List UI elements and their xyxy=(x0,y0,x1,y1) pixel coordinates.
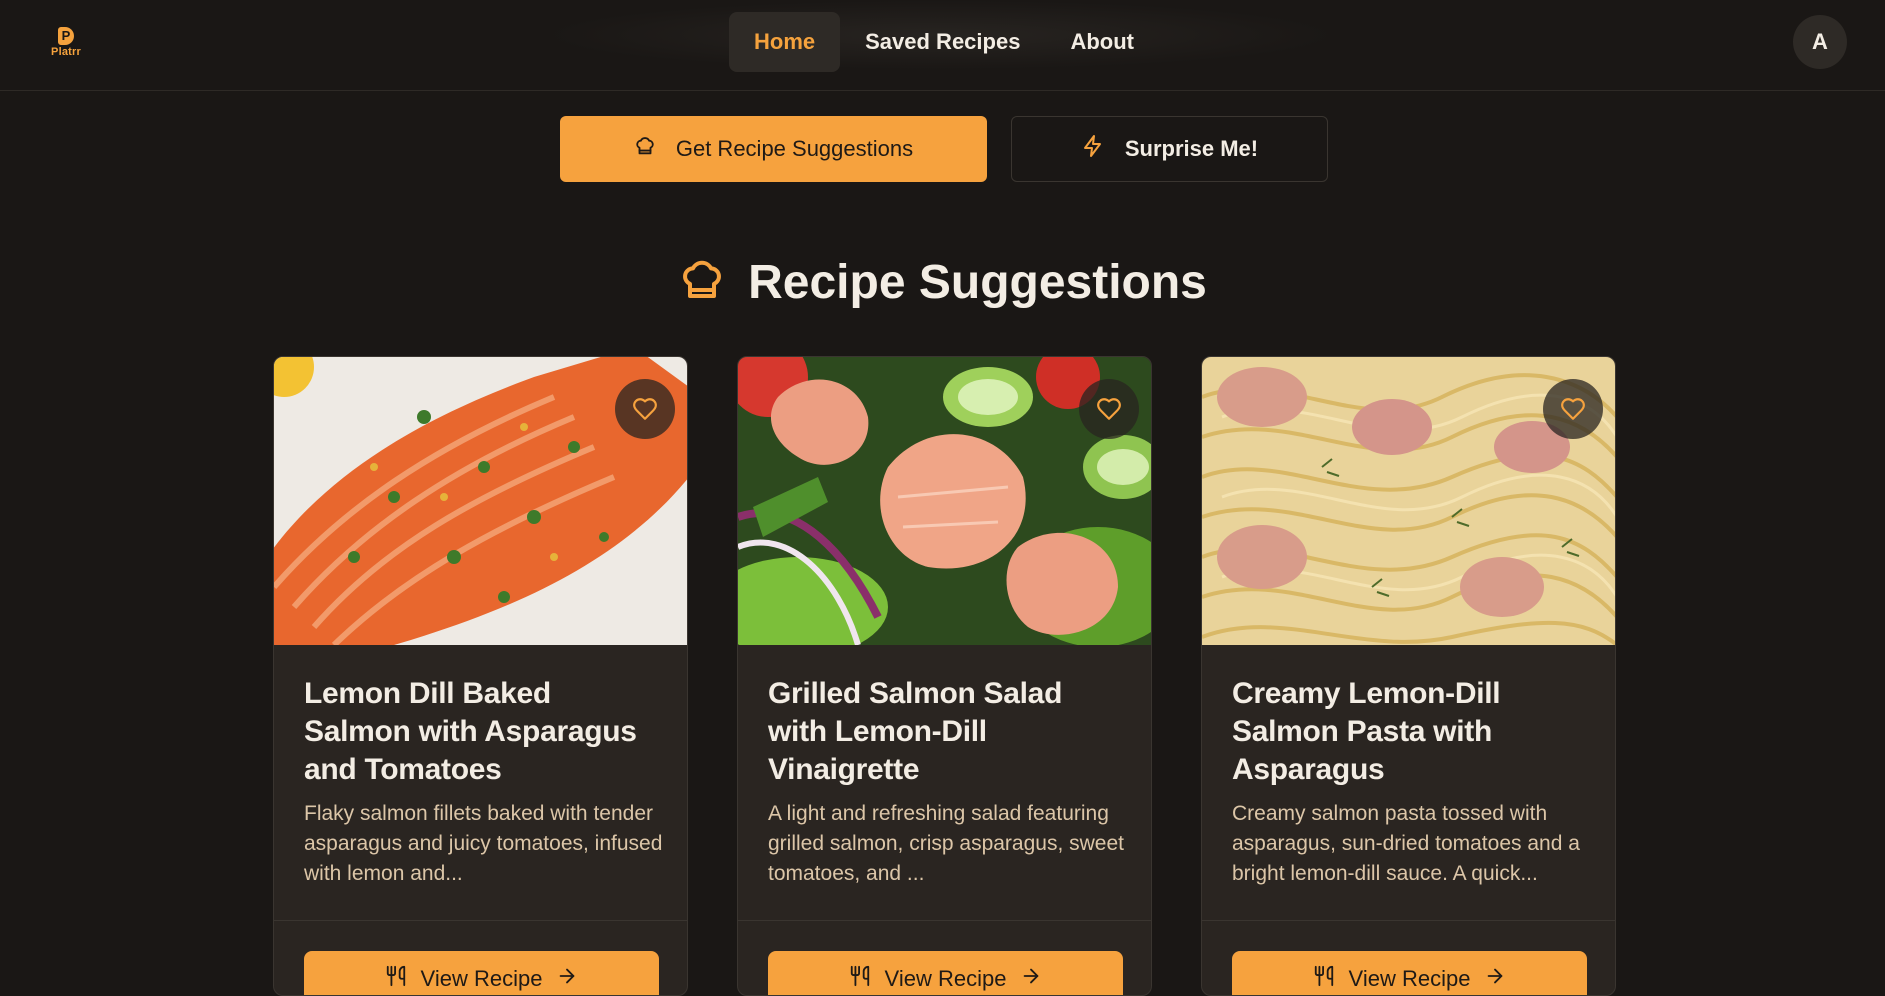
utensils-icon xyxy=(385,965,407,993)
top-navigation-bar: P Platrr Home Saved Recipes About A xyxy=(0,0,1885,91)
surprise-me-label: Surprise Me! xyxy=(1124,136,1259,161)
recipe-title[interactable]: Grilled Salmon Salad with Lemon-Dill Vin… xyxy=(768,675,1128,789)
main-nav: Home Saved Recipes About xyxy=(729,12,1159,72)
heart-icon xyxy=(1561,398,1585,420)
recipe-image-baked-salmon[interactable] xyxy=(274,357,687,645)
nav-item-about[interactable]: About xyxy=(1045,12,1159,72)
section-header: Recipe Suggestions xyxy=(0,250,1885,314)
recipe-description: Flaky salmon fillets baked with tender a… xyxy=(304,802,663,885)
app-logo[interactable]: P Platrr xyxy=(46,22,86,62)
view-recipe-label: View Recipe xyxy=(1348,966,1471,991)
get-recipe-suggestions-label: Get Recipe Suggestions xyxy=(675,136,914,161)
recipe-image-salmon-pasta[interactable] xyxy=(1202,357,1615,645)
view-recipe-label: View Recipe xyxy=(420,966,543,991)
heart-icon xyxy=(1097,398,1121,420)
view-recipe-button[interactable]: View Recipe xyxy=(304,951,659,995)
nav-item-saved-recipes[interactable]: Saved Recipes xyxy=(840,12,1045,72)
recipe-card[interactable]: Grilled Salmon Salad with Lemon-Dill Vin… xyxy=(737,356,1152,996)
logo-text: Platrr xyxy=(51,45,81,58)
section-title: Recipe Suggestions xyxy=(748,255,1207,309)
recipe-description: Creamy salmon pasta tossed with asparagu… xyxy=(1232,802,1580,885)
arrow-right-icon xyxy=(1020,965,1042,993)
recipe-image-salmon-salad[interactable] xyxy=(738,357,1151,645)
logo-mark: P xyxy=(58,26,74,45)
get-recipe-suggestions-button[interactable]: Get Recipe Suggestions xyxy=(560,116,987,182)
favorite-button[interactable] xyxy=(1079,379,1139,439)
lightning-icon xyxy=(1081,134,1105,164)
view-recipe-label: View Recipe xyxy=(884,966,1007,991)
card-divider xyxy=(738,920,1151,921)
user-avatar[interactable]: A xyxy=(1793,15,1847,69)
surprise-me-button[interactable]: Surprise Me! xyxy=(1011,116,1328,182)
utensils-icon xyxy=(849,965,871,993)
recipe-title[interactable]: Lemon Dill Baked Salmon with Asparagus a… xyxy=(304,675,664,789)
chef-hat-icon xyxy=(678,256,726,309)
recipe-title[interactable]: Creamy Lemon-Dill Salmon Pasta with Aspa… xyxy=(1232,675,1592,789)
arrow-right-icon xyxy=(1484,965,1506,993)
arrow-right-icon xyxy=(556,965,578,993)
recipe-card-body: Grilled Salmon Salad with Lemon-Dill Vin… xyxy=(768,675,1128,889)
recipe-card[interactable]: Lemon Dill Baked Salmon with Asparagus a… xyxy=(273,356,688,996)
view-recipe-button[interactable]: View Recipe xyxy=(768,951,1123,995)
favorite-button[interactable] xyxy=(615,379,675,439)
card-divider xyxy=(274,920,687,921)
chef-hat-icon xyxy=(634,135,656,163)
utensils-icon xyxy=(1313,965,1335,993)
nav-item-home[interactable]: Home xyxy=(729,12,841,72)
favorite-button[interactable] xyxy=(1543,379,1603,439)
heart-icon xyxy=(633,398,657,420)
view-recipe-button[interactable]: View Recipe xyxy=(1232,951,1587,995)
recipe-card[interactable]: Creamy Lemon-Dill Salmon Pasta with Aspa… xyxy=(1201,356,1616,996)
card-divider xyxy=(1202,920,1615,921)
recipe-card-body: Lemon Dill Baked Salmon with Asparagus a… xyxy=(304,675,664,889)
recipe-description: A light and refreshing salad featuring g… xyxy=(768,802,1124,885)
recipe-card-body: Creamy Lemon-Dill Salmon Pasta with Aspa… xyxy=(1232,675,1592,889)
